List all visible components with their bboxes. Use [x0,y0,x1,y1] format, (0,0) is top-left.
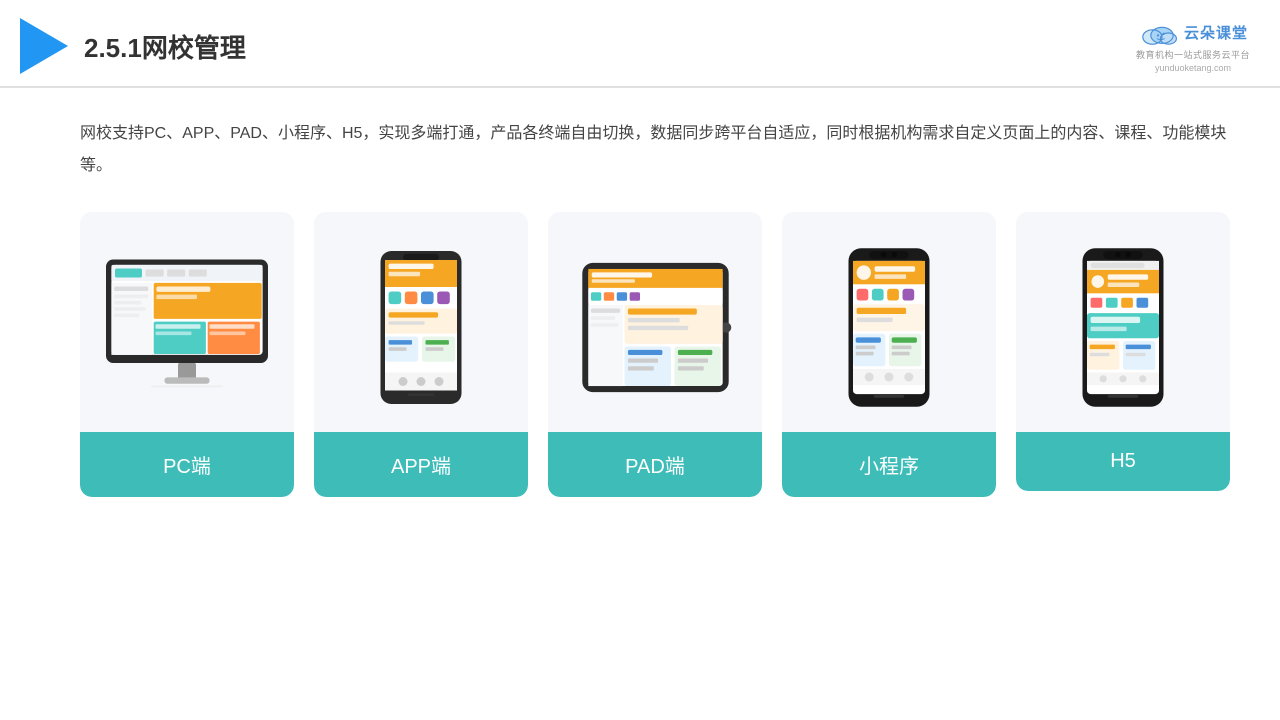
pc-monitor-icon [97,247,277,407]
pad-label: PAD端 [548,432,762,497]
brand-name: 云朵课堂 [1184,22,1248,43]
miniapp-image-area [782,212,996,432]
page-title: 2.5.1网校管理 [84,28,246,65]
description-text: 网校支持PC、APP、PAD、小程序、H5，实现多端打通，产品各终端自由切换，数… [80,118,1230,182]
pad-tablet-icon [578,245,733,410]
h5-card: H5 [1016,212,1230,491]
miniapp-phone-icon [844,245,934,410]
brand-logo-top: 云朵课堂 [1138,20,1248,46]
pad-image-area [548,212,762,432]
miniapp-label: 小程序 [782,432,996,497]
brand-sub: 教育机构一站式服务云平台 [1136,48,1250,61]
pc-image-area [80,212,294,432]
page-header: 2.5.1网校管理 云朵课堂 教育机构一站式服务云平台 yunduoketang… [0,0,1280,88]
cloud-brand-icon [1138,20,1178,46]
logo-triangle-icon [20,18,68,74]
miniapp-card: 小程序 [782,212,996,497]
brand-url: yunduoketang.com [1155,63,1231,73]
pc-label: PC端 [80,432,294,497]
h5-phone-icon [1078,245,1168,410]
pc-card: PC端 [80,212,294,497]
app-image-area [314,212,528,432]
header-left: 2.5.1网校管理 [20,18,246,74]
app-label: APP端 [314,432,528,497]
app-card: APP端 [314,212,528,497]
brand-logo: 云朵课堂 教育机构一站式服务云平台 yunduoketang.com [1136,20,1250,73]
cards-container: PC端 [80,212,1230,497]
h5-label: H5 [1016,432,1230,491]
h5-image-area [1016,212,1230,432]
app-phone-icon [376,245,466,410]
pad-card: PAD端 [548,212,762,497]
main-content: 网校支持PC、APP、PAD、小程序、H5，实现多端打通，产品各终端自由切换，数… [0,88,1280,517]
